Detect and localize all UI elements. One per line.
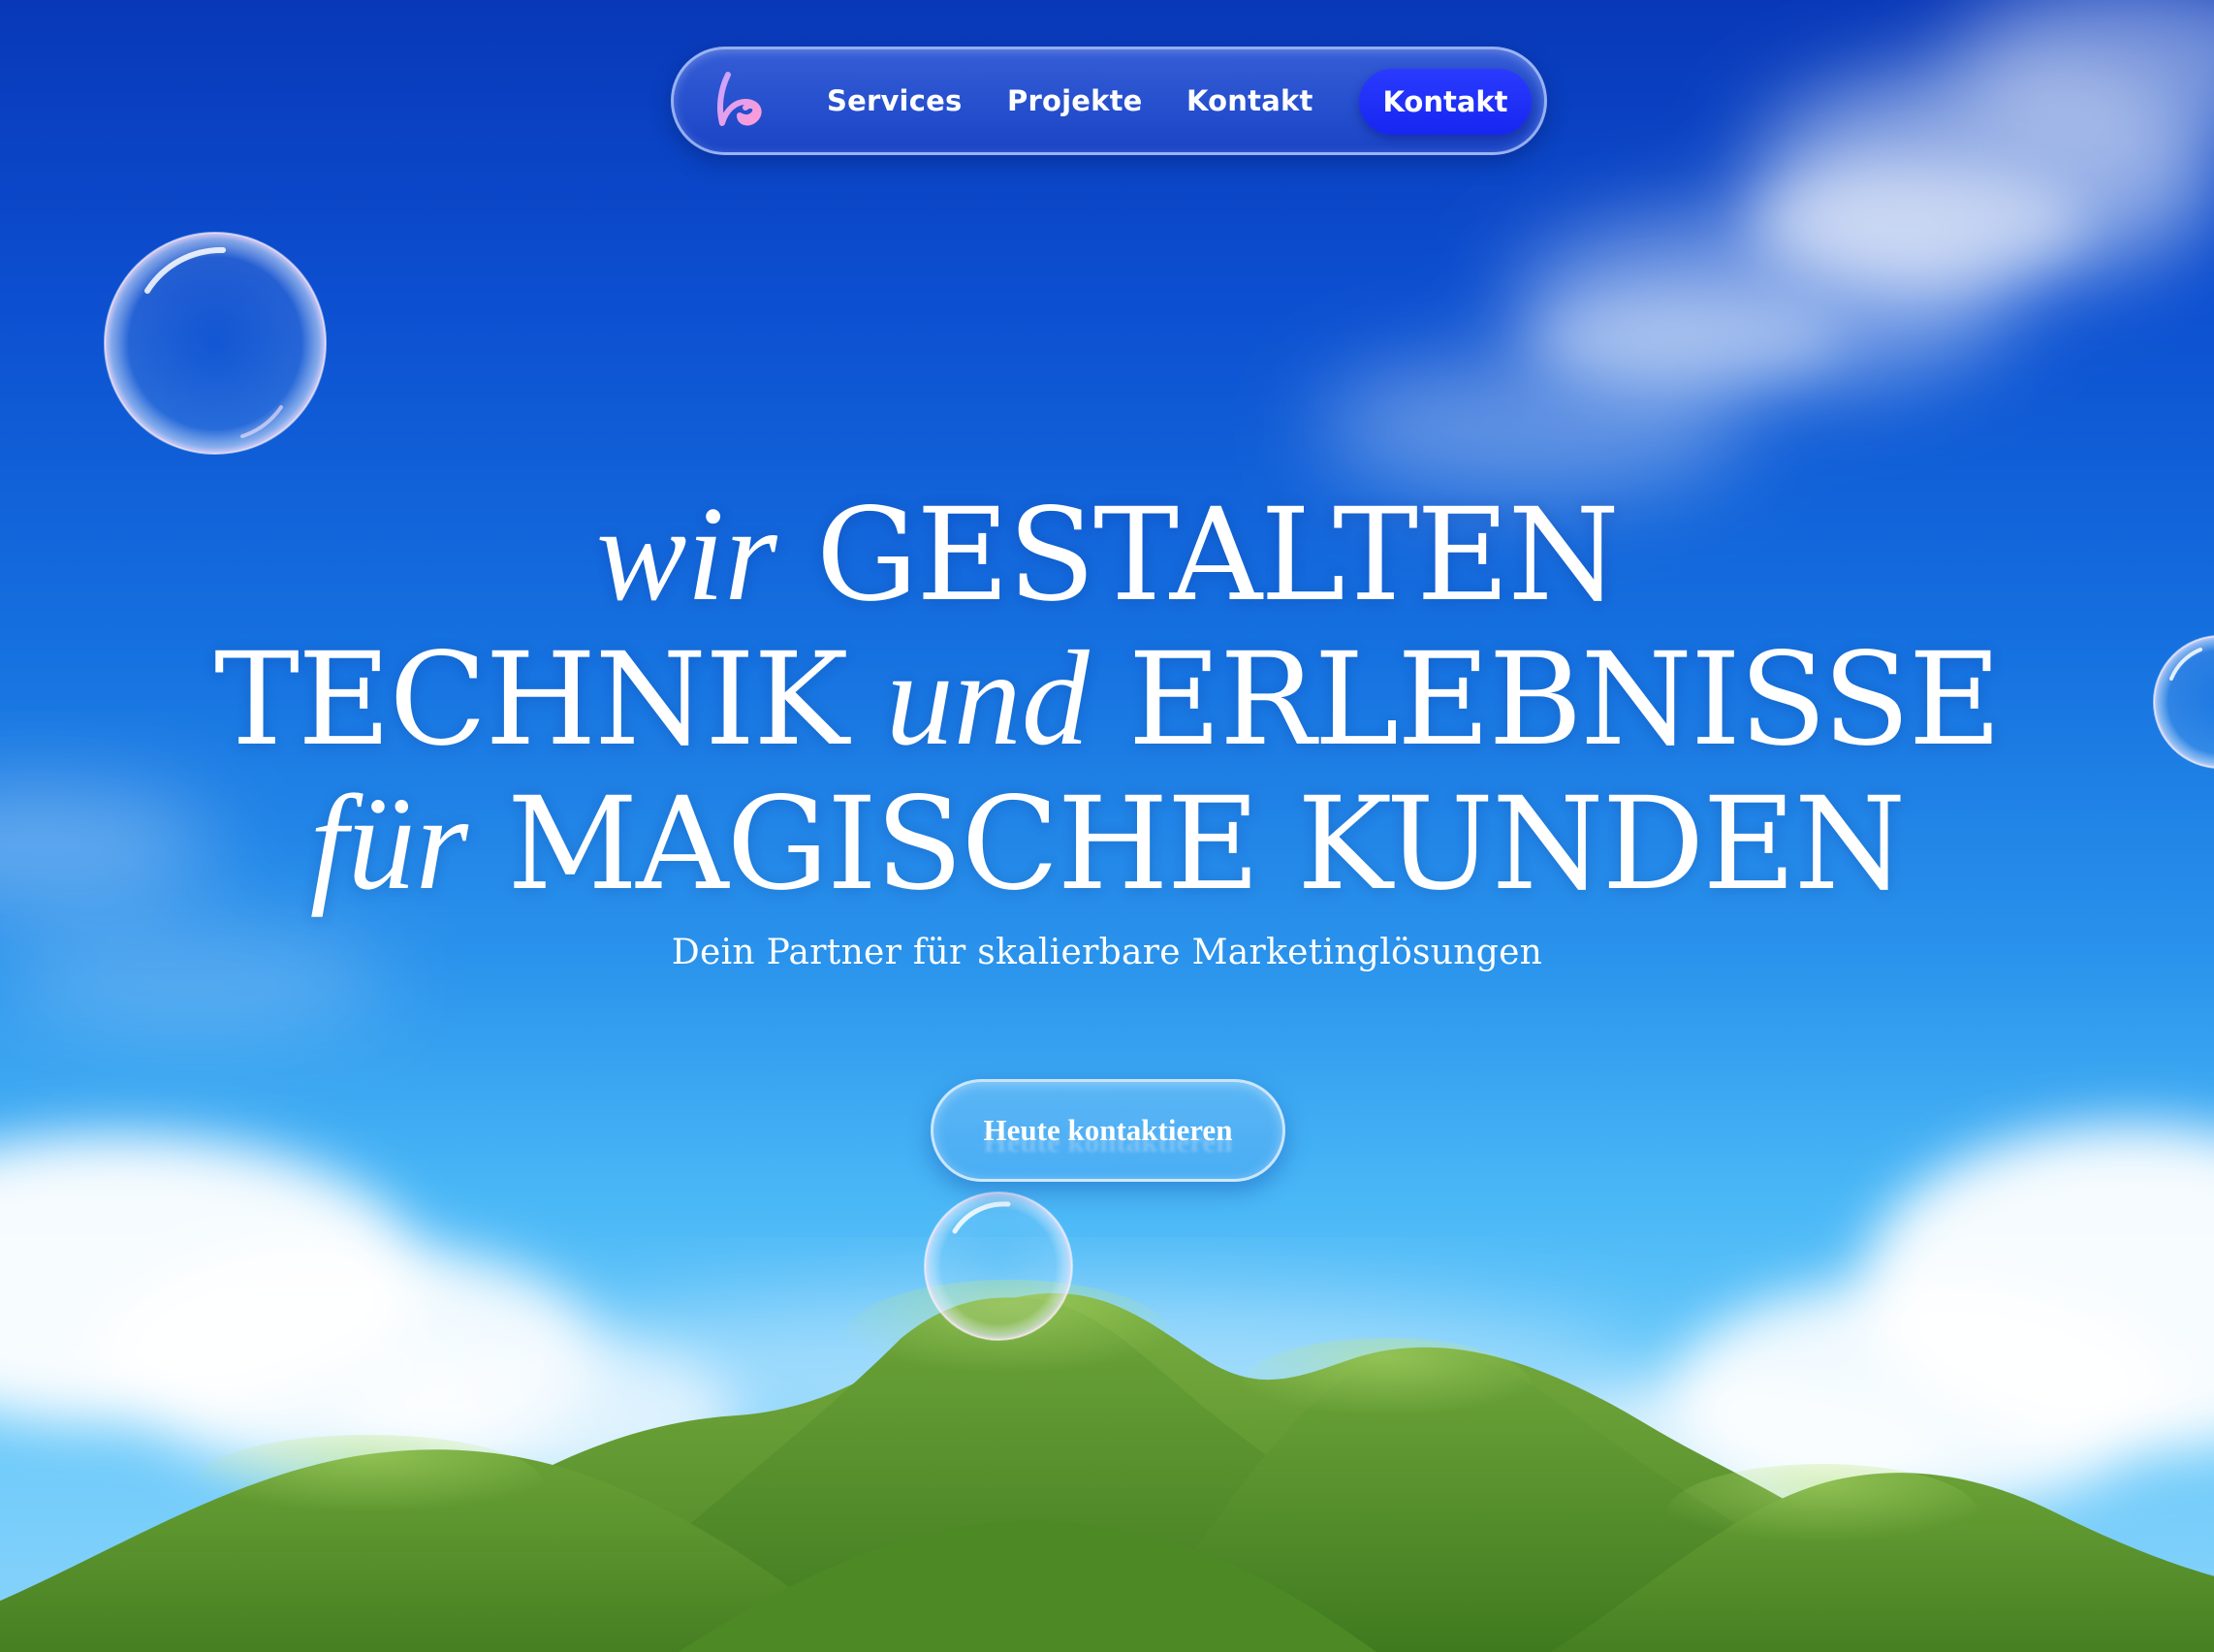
headline-word-technik: TECHNIK [213,625,849,775]
nav-link-services[interactable]: Services [827,49,962,152]
cta-label: Heute kontaktieren [983,1113,1233,1147]
headline-word-und: und [885,623,1090,774]
swirl-b-logo-icon[interactable] [707,67,775,135]
headline-word-wir: wir [596,479,777,629]
bubble-large-left [104,232,327,455]
headline-word-erlebnisse: ERLEBNISSE [1127,625,2002,775]
hero-headline: wir GESTALTEN TECHNIK und ERLEBNISSE für… [0,481,2214,919]
hero-subline: Dein Partner für skalierbare Marketinglö… [671,933,1543,972]
headline-line-2: TECHNIK und ERLEBNISSE [0,625,2214,775]
hero-scene: Services Projekte Kontakt Kontakt wir GE… [0,0,2214,1652]
contact-today-button[interactable]: Heute kontaktieren Heute kontaktieren [931,1079,1285,1182]
headline-line-3: für MAGISCHE KUNDEN [0,770,2214,919]
nav-link-projekte[interactable]: Projekte [1007,49,1143,152]
headline-word-gestalten: GESTALTEN [815,481,1620,630]
headline-words-magische-kunden: MAGISCHE KUNDEN [507,770,1906,919]
nav-contact-button[interactable]: Kontakt [1359,69,1532,135]
bubble-small-center [924,1191,1073,1341]
headline-line-1: wir GESTALTEN [0,481,2214,630]
headline-word-fur: für [309,768,469,918]
top-navigation-bar: Services Projekte Kontakt Kontakt [671,47,1547,155]
nav-link-kontakt[interactable]: Kontakt [1186,49,1313,152]
